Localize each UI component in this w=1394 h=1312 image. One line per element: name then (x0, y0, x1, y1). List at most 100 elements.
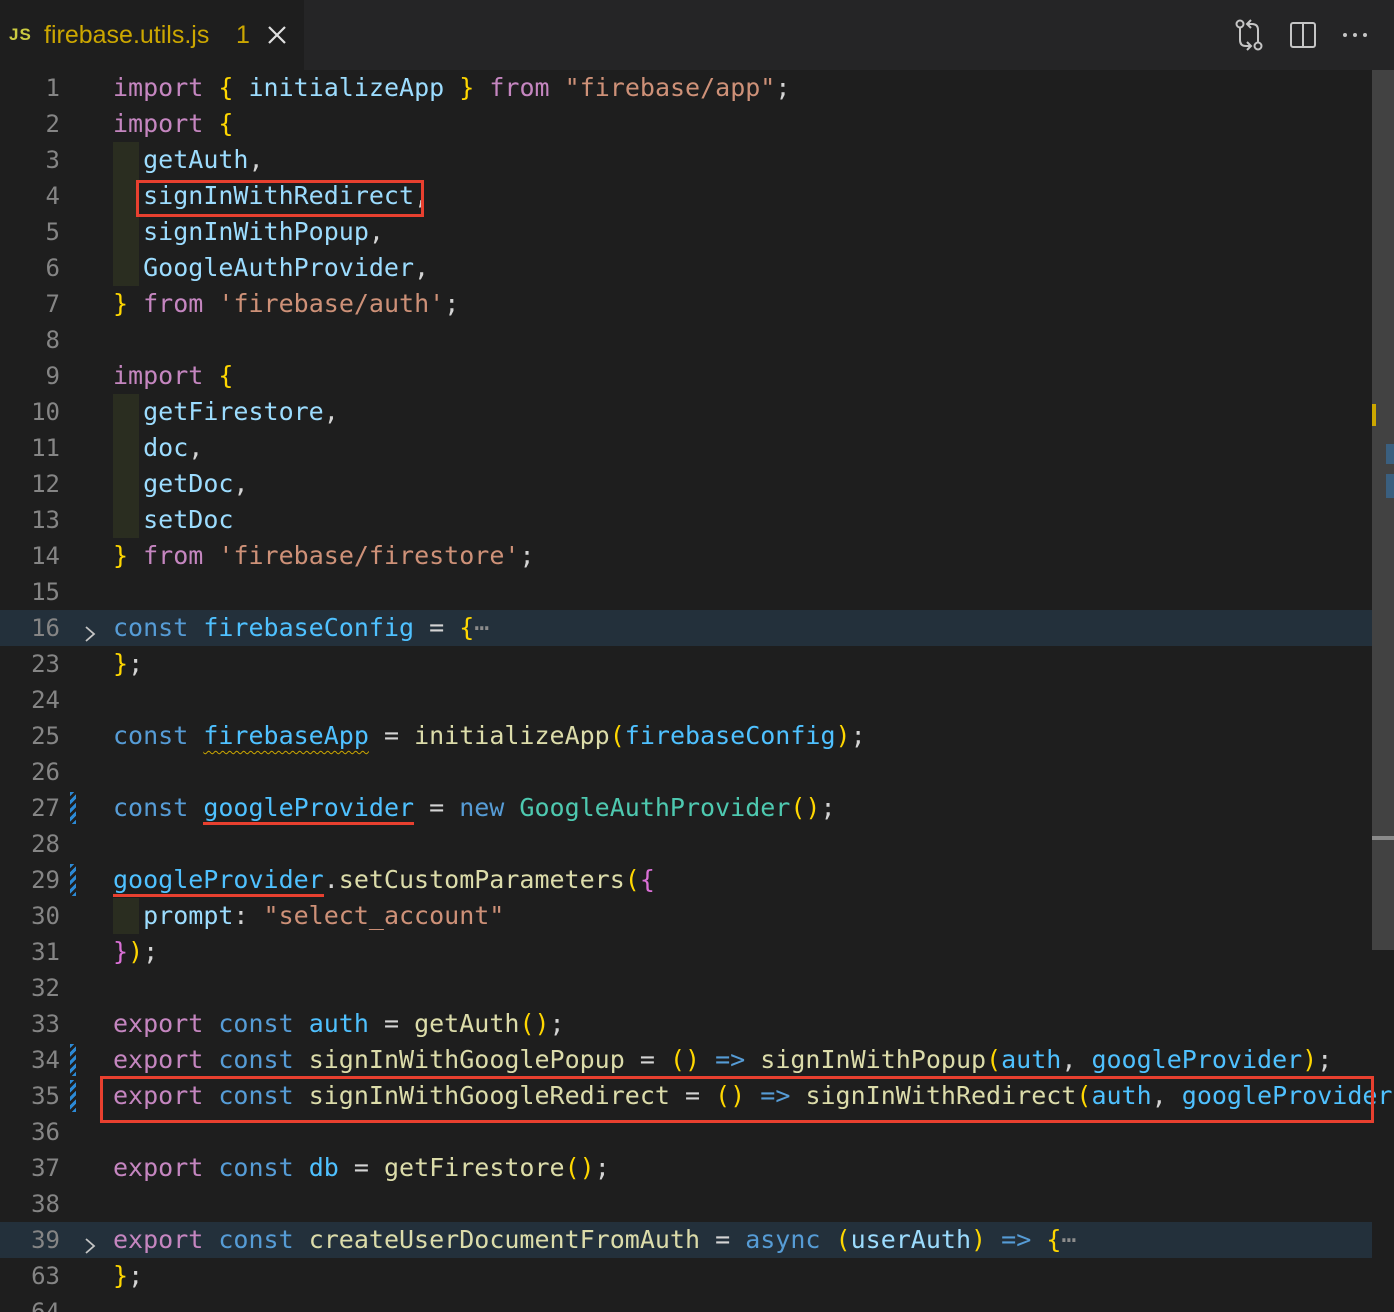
code-line[interactable]: 12 getDoc, (0, 466, 1372, 502)
line-number: 13 (31, 506, 60, 534)
code-line[interactable]: 2 import { (0, 106, 1372, 142)
line-number: 7 (45, 290, 60, 318)
code-token: auth (308, 1009, 369, 1038)
code-token: ) (1302, 1045, 1318, 1074)
code-token: from (489, 73, 550, 102)
line-number: 64 (31, 1298, 60, 1312)
close-icon[interactable] (262, 20, 292, 50)
code-token: ( (1076, 1081, 1092, 1110)
code-line[interactable]: 27 const googleProvider = new GoogleAuthP… (0, 790, 1372, 826)
chevron-right-icon[interactable] (80, 618, 100, 642)
git-modified-marker[interactable] (70, 1080, 76, 1112)
scroll-thumb[interactable] (1372, 70, 1394, 950)
code-line[interactable]: 37 export const db = getFirestore(); (0, 1150, 1372, 1186)
code-token: signInWithGoogleRedirect (308, 1081, 670, 1110)
code-token: = (624, 1045, 670, 1074)
code-token: export (113, 1081, 204, 1110)
code-line[interactable]: 4 signInWithRedirect, (0, 178, 1372, 214)
code-token: () (564, 1153, 595, 1182)
code-token: ; (549, 1009, 565, 1038)
line-number: 1 (45, 74, 60, 102)
line-number: 2 (45, 110, 60, 138)
code-line[interactable]: 3 getAuth, (0, 142, 1372, 178)
code-line[interactable]: 25 const firebaseApp = initializeApp(fire… (0, 718, 1372, 754)
code-line[interactable]: 11 doc, (0, 430, 1372, 466)
code-text: } from 'firebase/auth'; (113, 286, 459, 322)
code-line[interactable]: 7 } from 'firebase/auth'; (0, 286, 1372, 322)
code-token: const (218, 1225, 294, 1254)
code-line[interactable]: 10 getFirestore, (0, 394, 1372, 430)
code-line[interactable]: 9 import { (0, 358, 1372, 394)
code-line[interactable]: 30 prompt: "select_account" (0, 898, 1372, 934)
line-number: 3 (45, 146, 60, 174)
code-line[interactable]: 31}); (0, 934, 1372, 970)
code-token: getFirestore (383, 1153, 565, 1182)
code-text: prompt: "select_account" (113, 898, 504, 934)
code-text: const firebaseConfig = {⋯ (113, 610, 489, 646)
code-line[interactable]: 38 (0, 1186, 1372, 1222)
code-line[interactable]: 39 export const createUserDocumentFromAut… (0, 1222, 1372, 1258)
line-number: 25 (31, 722, 60, 750)
code-token: ; (128, 1261, 144, 1290)
code-editor[interactable]: 1 import { initializeApp } from "firebase… (0, 70, 1394, 1312)
code-token: signInWithPopup (143, 217, 369, 246)
line-number: 11 (31, 434, 60, 462)
code-token: const (113, 793, 189, 822)
code-line[interactable]: 34 export const signInWithGooglePopup = (… (0, 1042, 1372, 1078)
git-compare-icon[interactable] (1230, 16, 1268, 54)
code-text: const firebaseApp = initializeApp(fireba… (113, 718, 866, 754)
line-number: 32 (31, 974, 60, 1002)
line-number: 27 (31, 794, 60, 822)
code-token: () (669, 1045, 701, 1074)
code-line[interactable]: 35 export const signInWithGoogleRedirect … (0, 1078, 1394, 1114)
code-line[interactable]: 33 export const auth = getAuth(); (0, 1006, 1372, 1042)
code-line[interactable]: 16 const firebaseConfig = {⋯ (0, 610, 1372, 646)
code-line[interactable]: 26 (0, 754, 1372, 790)
git-modified-marker[interactable] (70, 1044, 76, 1076)
editor-scrollbar[interactable] (1372, 70, 1394, 1312)
code-line[interactable]: 8 (0, 322, 1372, 358)
code-line[interactable]: 14} from 'firebase/firestore'; (0, 538, 1372, 574)
code-line[interactable]: 15 (0, 574, 1372, 610)
code-line[interactable]: 24 (0, 682, 1372, 718)
code-line[interactable]: 13 setDoc (0, 502, 1372, 538)
line-number: 63 (31, 1262, 60, 1290)
code-token: } (113, 541, 129, 570)
code-line[interactable]: 63}; (0, 1258, 1372, 1294)
code-token: auth (1001, 1045, 1062, 1074)
code-token: ) (835, 721, 851, 750)
code-line[interactable]: 5 signInWithPopup, (0, 214, 1372, 250)
code-line[interactable]: 28 (0, 826, 1372, 862)
code-line[interactable]: 64 (0, 1294, 1372, 1312)
code-text: signInWithRedirect, (113, 178, 429, 214)
code-text: getAuth, (113, 142, 263, 178)
code-text: signInWithPopup, (113, 214, 384, 250)
code-token: GoogleAuthProvider (519, 793, 791, 822)
code-line[interactable]: 6 GoogleAuthProvider, (0, 250, 1372, 286)
code-token: setCustomParameters (338, 865, 625, 894)
code-text: const googleProvider = new GoogleAuthPro… (113, 790, 836, 826)
chevron-right-icon[interactable] (80, 1230, 100, 1254)
code-line[interactable]: 29 googleProvider.setCustomParameters({ (0, 862, 1372, 898)
ellipsis-icon[interactable] (1336, 16, 1374, 54)
code-line[interactable]: 36 (0, 1114, 1372, 1150)
git-modified-marker[interactable] (70, 792, 76, 824)
git-modified-marker[interactable] (70, 864, 76, 896)
code-line[interactable]: 1 import { initializeApp } from "firebase… (0, 70, 1372, 106)
line-number: 23 (31, 650, 60, 678)
tab-firebase-utils[interactable]: JS firebase.utils.js 1 (0, 0, 304, 70)
code-token: getAuth (414, 1009, 520, 1038)
code-line[interactable]: 23}; (0, 646, 1372, 682)
split-editor-icon[interactable] (1284, 16, 1322, 54)
code-token: getAuth (143, 145, 249, 174)
code-token: import (113, 73, 204, 102)
code-token: ( (624, 865, 640, 894)
line-number: 30 (31, 902, 60, 930)
code-line[interactable]: 32 (0, 970, 1372, 1006)
